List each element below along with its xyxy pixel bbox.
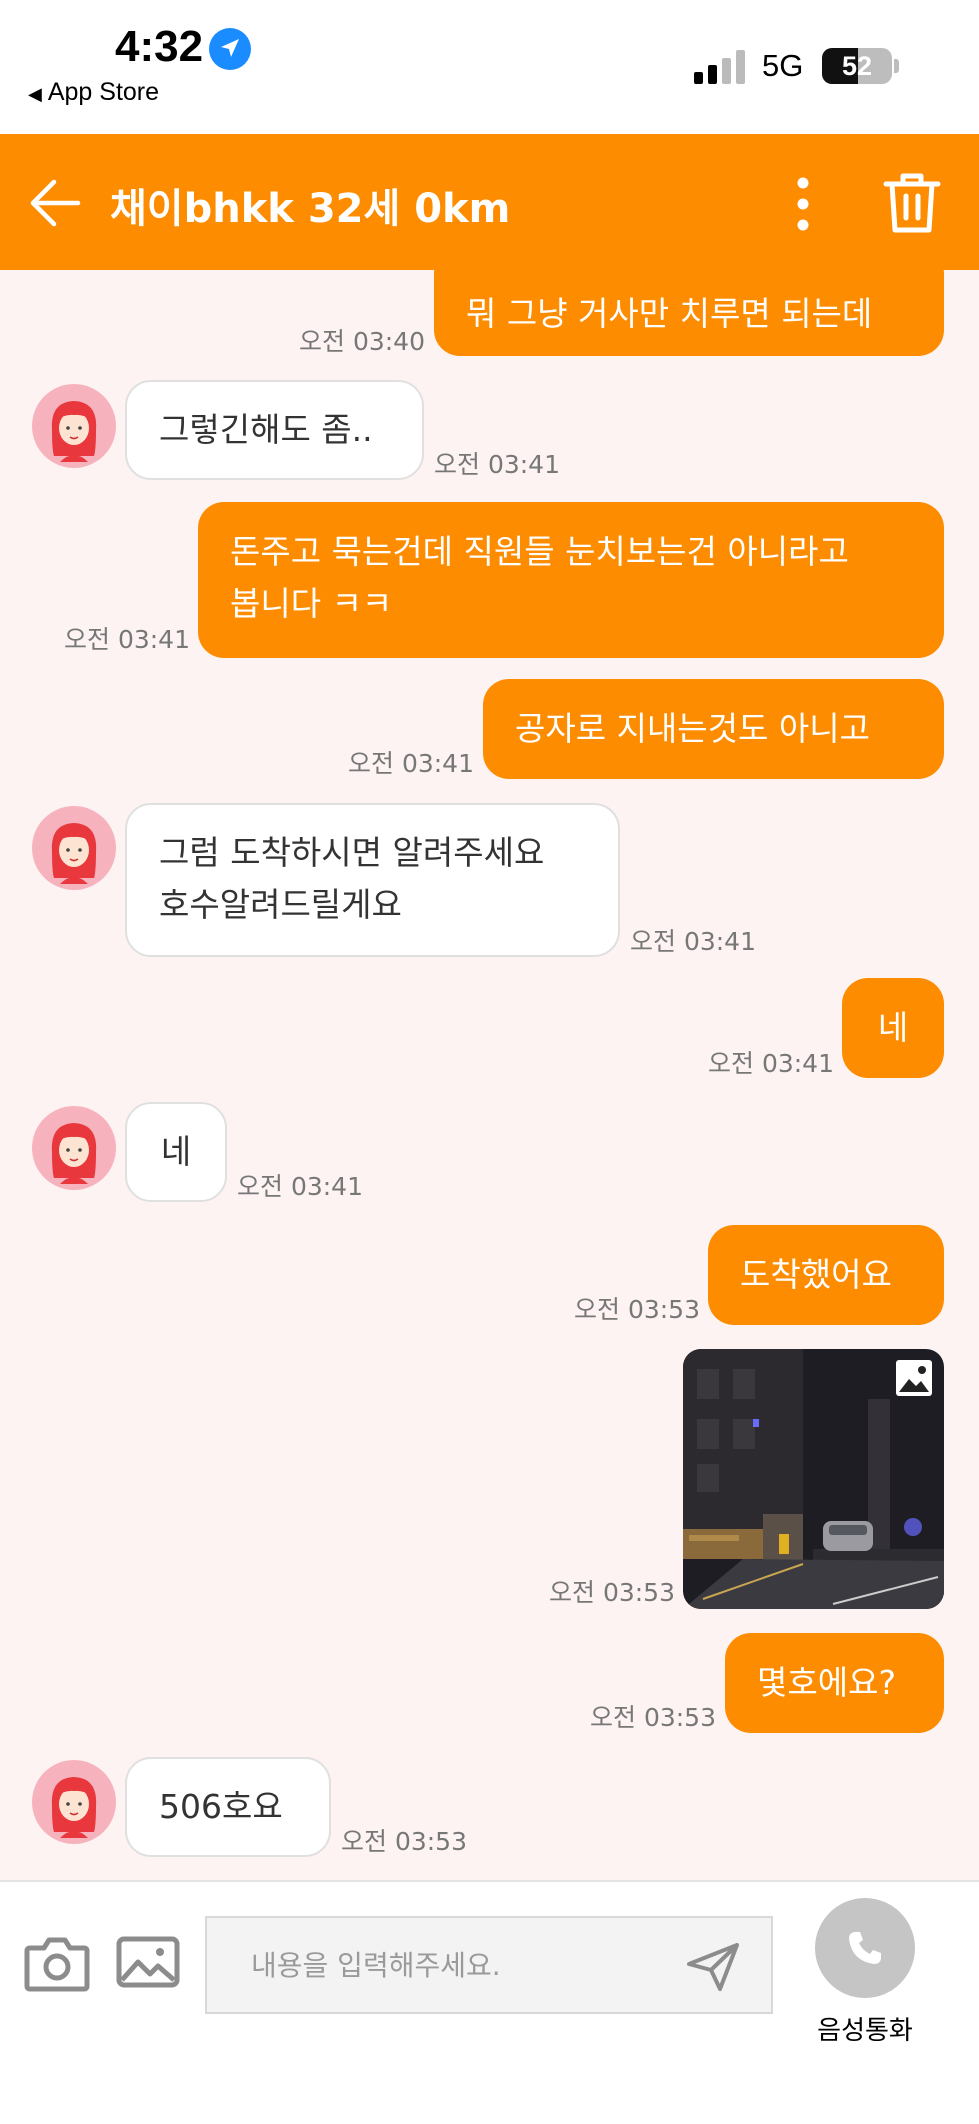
message-timestamp: 오전 03:41 xyxy=(434,450,560,479)
message-bubble-received[interactable]: 506호요 xyxy=(125,1757,331,1857)
message-timestamp: 오전 03:53 xyxy=(549,1578,675,1607)
message-timestamp: 오전 03:41 xyxy=(348,749,474,778)
message-timestamp: 오전 03:40 xyxy=(299,327,425,356)
back-app-label: App Store xyxy=(47,78,160,106)
message-input-bar: 음성통화 xyxy=(0,1880,979,2124)
avatar-icon[interactable] xyxy=(32,1760,116,1844)
signal-bars-icon xyxy=(694,50,745,84)
message-timestamp: 오전 03:41 xyxy=(708,1049,834,1078)
message-timestamp: 오전 03:53 xyxy=(341,1827,467,1856)
message-bubble-received[interactable]: 그렇긴해도 좀.. xyxy=(125,380,424,480)
status-bar: 4:32 ◀ App Store 5G 52 xyxy=(0,0,979,134)
message-photo[interactable] xyxy=(683,1349,944,1609)
message-bubble-sent[interactable]: 도착했어요 xyxy=(708,1225,944,1325)
message-text: 네 xyxy=(160,1132,192,1171)
battery-tip xyxy=(894,59,899,73)
back-triangle-icon: ◀ xyxy=(28,84,42,104)
message-bubble-sent[interactable]: 몇호에요? xyxy=(725,1633,944,1733)
message-text-line: 돈주고 묵는건데 직원들 눈치보는건 아니라고 xyxy=(230,532,849,571)
message-bubble-sent[interactable]: 뭐 그냥 거사만 치루면 되는데 xyxy=(434,270,944,356)
back-arrow-icon[interactable] xyxy=(28,176,82,230)
message-timestamp: 오전 03:53 xyxy=(590,1703,716,1732)
message-text: 도착했어요 xyxy=(740,1255,892,1294)
voice-call-label: 음성통화 xyxy=(817,2016,913,2046)
avatar-icon[interactable] xyxy=(32,384,116,468)
message-bubble-received[interactable]: 그럼 도착하시면 알려주세요 호수알려드릴게요 xyxy=(125,803,620,957)
image-icon xyxy=(896,1360,932,1396)
chat-title: 채이bhkk 32세 0km xyxy=(110,186,511,232)
message-text: 네 xyxy=(877,1008,909,1047)
message-text: 그렇긴해도 좀.. xyxy=(159,410,373,449)
location-arrow-icon xyxy=(209,28,251,70)
message-text: 몇호에요? xyxy=(757,1663,896,1702)
message-timestamp: 오전 03:41 xyxy=(64,625,190,654)
message-text: 뭐 그냥 거사만 치루면 되는데 xyxy=(466,294,873,333)
back-to-app-link[interactable]: ◀ App Store xyxy=(28,78,159,107)
message-bubble-received[interactable]: 네 xyxy=(125,1102,227,1202)
trash-icon[interactable] xyxy=(882,170,942,234)
send-icon[interactable] xyxy=(686,1942,740,1992)
message-text: 공자로 지내는것도 아니고 xyxy=(515,709,870,748)
chat-header: 채이bhkk 32세 0km xyxy=(0,134,979,270)
camera-icon[interactable] xyxy=(24,1934,90,1992)
battery-icon: 52 xyxy=(822,48,892,84)
chat-messages[interactable]: 뭐 그냥 거사만 치루면 되는데 오전 03:40 그렇긴해도 좀.. 오전 0… xyxy=(0,270,979,1880)
more-vertical-icon[interactable] xyxy=(790,174,816,234)
message-text-line: 봅니다 ㅋㅋ xyxy=(230,584,393,623)
message-bubble-sent[interactable]: 돈주고 묵는건데 직원들 눈치보는건 아니라고 봅니다 ㅋㅋ xyxy=(198,502,944,658)
gallery-icon[interactable] xyxy=(116,1936,180,1988)
message-bubble-sent[interactable]: 네 xyxy=(842,978,944,1078)
message-text-line: 호수알려드릴게요 xyxy=(159,885,402,924)
battery-level: 52 xyxy=(841,51,873,81)
message-text: 506호요 xyxy=(159,1787,283,1826)
avatar-icon[interactable] xyxy=(32,806,116,890)
network-type: 5G xyxy=(762,48,804,83)
message-text-line: 그럼 도착하시면 알려주세요 xyxy=(159,833,545,872)
avatar-icon[interactable] xyxy=(32,1106,116,1190)
message-timestamp: 오전 03:53 xyxy=(574,1295,700,1324)
message-timestamp: 오전 03:41 xyxy=(237,1172,363,1201)
voice-call-button[interactable] xyxy=(815,1898,915,1998)
message-timestamp: 오전 03:41 xyxy=(630,927,756,956)
status-time: 4:32 xyxy=(115,22,204,71)
message-bubble-sent[interactable]: 공자로 지내는것도 아니고 xyxy=(483,679,944,779)
phone-icon xyxy=(849,1932,881,1964)
